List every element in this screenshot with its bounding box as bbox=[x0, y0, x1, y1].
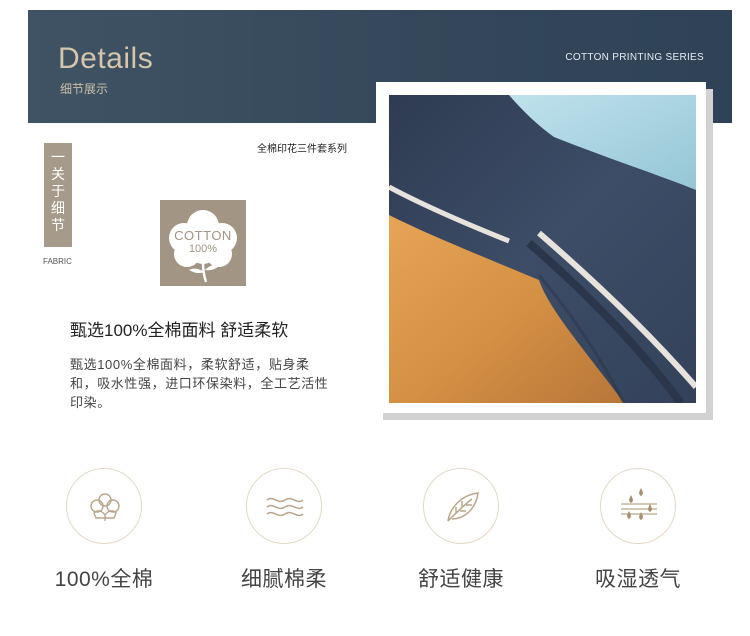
feature-breathable: 吸湿透气 bbox=[568, 468, 708, 593]
water-drops-icon bbox=[621, 488, 657, 520]
side-label-char: 节 bbox=[51, 217, 65, 233]
side-label-char: 于 bbox=[51, 183, 65, 199]
feature-icon-circle bbox=[246, 468, 322, 544]
fabric-tag: FABRIC bbox=[43, 257, 72, 266]
feature-label: 细腻棉柔 bbox=[241, 568, 327, 591]
side-label-char: 关 bbox=[51, 166, 65, 182]
section-heading: 甄选100%全棉面料 舒适柔软 bbox=[70, 321, 289, 340]
feature-label: 吸湿透气 bbox=[595, 568, 681, 591]
side-label-char: 一 bbox=[51, 149, 65, 165]
feature-icon-circle bbox=[423, 468, 499, 544]
feature-label: 100%全棉 bbox=[54, 568, 154, 591]
feature-icon-circle bbox=[66, 468, 142, 544]
side-label-char: 细 bbox=[51, 200, 65, 216]
feature-label: 舒适健康 bbox=[418, 568, 504, 591]
soft-waves-icon bbox=[266, 497, 304, 517]
page-title: Details bbox=[58, 42, 154, 75]
feature-healthy: 舒适健康 bbox=[391, 468, 531, 593]
badge-text-line1: COTTON bbox=[174, 228, 232, 243]
series-label: COTTON PRINTING SERIES bbox=[565, 52, 704, 63]
section-description: 甄选100%全棉面料，柔软舒适，贴身柔和，吸水性强，进口环保染料，全工艺活性印染… bbox=[70, 357, 329, 410]
section-side-label: 一 关 于 细 节 bbox=[44, 143, 72, 247]
cotton-flower-icon bbox=[90, 493, 120, 521]
feature-icon-circle bbox=[600, 468, 676, 544]
fabric-photo bbox=[389, 95, 696, 403]
series-name-cn: 全棉印花三件套系列 bbox=[257, 144, 347, 155]
fabric-photo-frame bbox=[376, 82, 706, 413]
page-subtitle: 细节展示 bbox=[60, 82, 109, 96]
leaf-icon bbox=[447, 492, 479, 522]
feature-soft: 细腻棉柔 bbox=[214, 468, 354, 593]
badge-text-line2: 100% bbox=[188, 243, 218, 255]
feature-cotton: 100%全棉 bbox=[34, 468, 174, 593]
cotton-badge: COTTON 100% bbox=[160, 200, 246, 286]
